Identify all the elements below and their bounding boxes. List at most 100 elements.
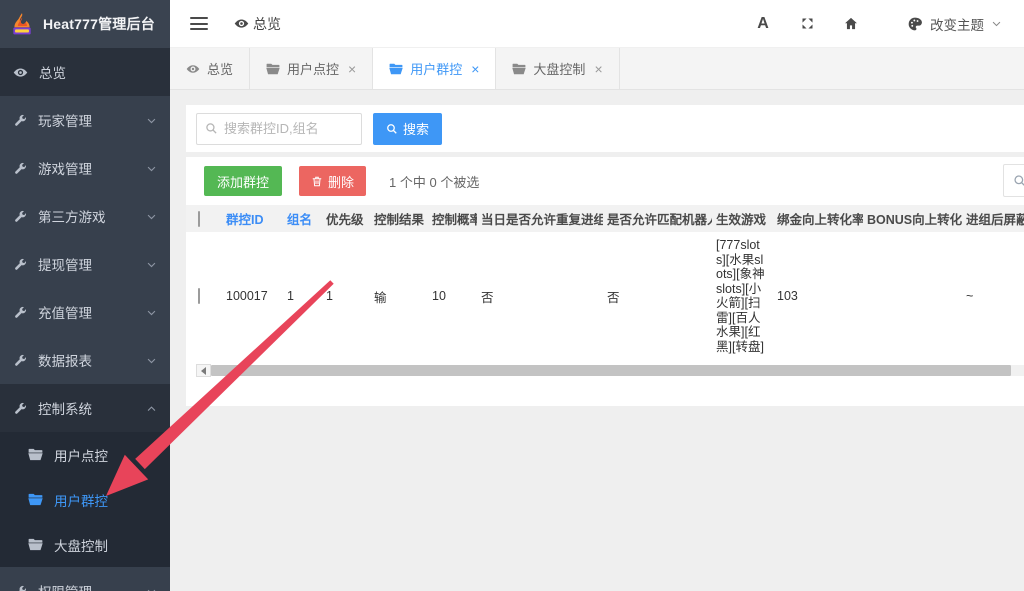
tab-user-point-control[interactable]: 用户点控 × [250,48,373,89]
sidebar-item-label: 游戏管理 [38,158,92,178]
sidebar-item-label: 充值管理 [38,302,92,322]
close-icon[interactable]: × [594,61,602,77]
sidebar-item-control-system[interactable]: 控制系统 [0,384,170,432]
sidebar-item-overview[interactable]: 总览 [0,48,170,96]
tab-user-group-control[interactable]: 用户群控 × [373,48,496,89]
sidebar-item-dashboard-control[interactable]: 大盘控制 [0,522,170,567]
col-header-control-result: 控制结果 [370,205,428,232]
chevron-down-icon [146,355,157,366]
sidebar-item-thirdparty-games[interactable]: 第三方游戏 [0,192,170,240]
theme-switcher[interactable]: 改变主题 [907,14,1002,34]
control-system-submenu: 用户点控 用户群控 大盘控制 [0,432,170,567]
folder-icon [266,63,280,75]
wrench-icon [13,209,27,223]
group-control-table: 群控ID 组名 优先级 控制结果 控制概率 当日是否允许重复进组 是否允许匹配机… [186,205,1024,360]
sidebar-item-label: 总览 [39,62,66,82]
column-search-toggle[interactable] [1003,164,1024,197]
trash-icon [311,175,323,188]
tab-label: 用户点控 [287,59,339,78]
cell-control-probability: 10 [428,232,477,360]
sidebar-item-game-mgmt[interactable]: 游戏管理 [0,144,170,192]
group-control-table-panel: 添加群控 删除 1 个中 0 个被选 群控ID [186,157,1024,406]
sidebar-item-user-group-control[interactable]: 用户群控 [0,477,170,522]
row-checkbox[interactable] [198,288,200,304]
cell-priority: 1 [322,232,370,360]
sidebar-item-recharge-mgmt[interactable]: 充值管理 [0,288,170,336]
sidebar-item-withdraw-mgmt[interactable]: 提现管理 [0,240,170,288]
top-navbar: 总览 A 改变主题 [170,0,1024,48]
col-header-repeat-join: 当日是否允许重复进组 [477,205,603,232]
cell-bonus-up-rate [863,232,962,360]
folder-icon [28,448,43,461]
wrench-icon [13,305,27,319]
tab-label: 总览 [207,59,233,78]
tab-label: 大盘控制 [533,59,585,78]
col-header-control-probability: 控制概率 [428,205,477,232]
app-title: Heat777管理后台 [43,14,155,34]
scrollbar-thumb[interactable] [211,365,1011,376]
col-header-match-robot: 是否允许匹配机器人 [603,205,712,232]
col-header-effective-games: 生效游戏 [712,205,773,232]
wrench-icon [13,353,27,367]
close-icon[interactable]: × [471,61,479,77]
sidebar-item-permission-mgmt[interactable]: 权限管理 [0,567,170,591]
search-input-wrapper [196,113,362,145]
sidebar-item-label: 玩家管理 [38,110,92,130]
chevron-down-icon [146,115,157,126]
sidebar-item-label: 用户群控 [54,490,108,510]
search-button-label: 搜索 [403,119,429,138]
cell-control-result: 输 [370,232,428,360]
table-row[interactable]: 100017 1 1 输 10 否 否 [777slots][水果slots][… [186,232,1024,360]
col-header-group-id[interactable]: 群控ID [222,205,283,232]
sidebar-item-label: 控制系统 [38,398,92,418]
wrench-icon [13,401,27,415]
sidebar-item-user-point-control[interactable]: 用户点控 [0,432,170,477]
search-icon [1013,174,1024,188]
main-content: 搜索 添加群控 删除 1 个中 0 个被选 [170,90,1024,591]
delete-button[interactable]: 删除 [299,166,366,196]
table-scroll-area: 群控ID 组名 优先级 控制结果 控制概率 当日是否允许重复进组 是否允许匹配机… [186,205,1024,360]
add-group-button[interactable]: 添加群控 [204,166,282,196]
select-all-checkbox[interactable] [198,211,200,227]
tab-overview[interactable]: 总览 [170,48,250,89]
home-icon[interactable] [829,16,873,31]
chevron-up-icon [146,403,157,414]
tab-dashboard-control[interactable]: 大盘控制 × [496,48,619,89]
cell-after-join-shield: ~ [962,232,1024,360]
sidebar-item-player-mgmt[interactable]: 玩家管理 [0,96,170,144]
horizontal-scrollbar[interactable] [196,363,1024,378]
chevron-down-icon [146,163,157,174]
close-icon[interactable]: × [348,61,356,77]
sidebar-item-data-reports[interactable]: 数据报表 [0,336,170,384]
cell-match-robot: 否 [603,232,712,360]
theme-switcher-label: 改变主题 [930,14,984,34]
eye-icon [186,62,200,76]
navbar-actions: A 改变主题 [741,14,1002,34]
col-header-group-name[interactable]: 组名 [283,205,322,232]
breadcrumb[interactable]: 总览 [234,14,281,34]
font-size-button[interactable]: A [741,15,785,33]
sidebar-item-label: 提现管理 [38,254,92,274]
cell-gold-up-rate: 103 [773,232,863,360]
folder-icon [28,538,43,551]
eye-icon [234,16,249,31]
col-header-bonus-up-rate: BONUS向上转化率 [863,205,962,232]
palette-icon [907,16,923,32]
search-button[interactable]: 搜索 [373,113,442,145]
cell-group-name: 1 [283,232,322,360]
chevron-down-icon [146,211,157,222]
hamburger-menu-icon[interactable] [190,14,208,34]
chevron-down-icon [991,18,1002,29]
open-tabs-bar: 总览 用户点控 × 用户群控 × 大盘控制 × [170,48,1024,90]
folder-icon [512,63,526,75]
eye-icon [13,65,28,80]
flame-logo-icon [9,11,35,37]
add-group-button-label: 添加群控 [217,172,269,191]
col-header-after-join-shield: 进组后屏蔽 [962,205,1024,232]
fullscreen-icon[interactable] [785,16,829,31]
wrench-icon [13,584,27,591]
tab-label: 用户群控 [410,59,462,78]
scroll-left-button[interactable] [196,364,211,377]
search-input[interactable] [224,121,344,136]
wrench-icon [13,113,27,127]
